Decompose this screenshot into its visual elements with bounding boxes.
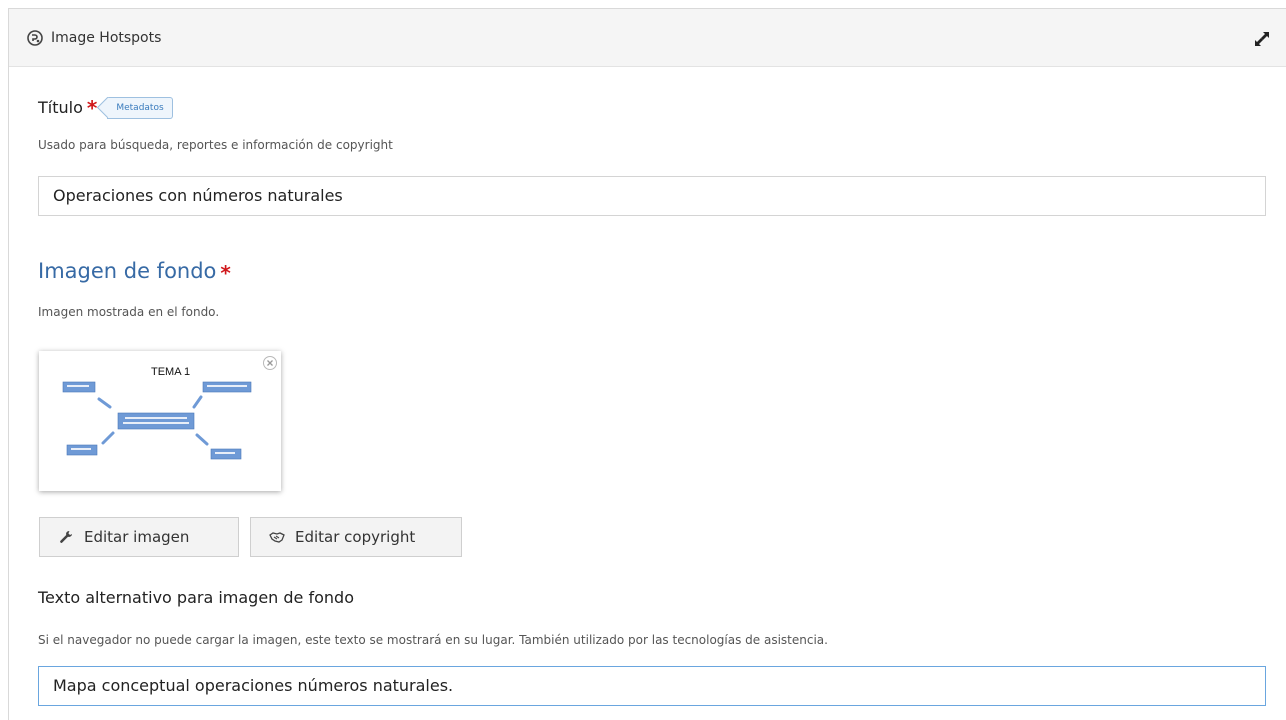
panel-title: Image Hotspots bbox=[51, 29, 162, 46]
edit-copyright-button[interactable]: Editar copyright bbox=[250, 517, 462, 557]
wrench-icon bbox=[60, 531, 72, 543]
background-image-title: Imagen de fondo bbox=[38, 259, 217, 283]
handshake-icon bbox=[269, 532, 285, 543]
thumbnail-heading: TEMA 1 bbox=[151, 366, 190, 378]
title-field-label: Título bbox=[38, 98, 83, 117]
edit-image-label: Editar imagen bbox=[84, 528, 190, 546]
remove-image-icon[interactable] bbox=[262, 355, 278, 371]
background-image-description: Imagen mostrada en el fondo. bbox=[38, 305, 220, 319]
h5p-logo-icon bbox=[27, 29, 43, 46]
concept-map-image: TEMA 1 bbox=[62, 366, 252, 460]
edit-image-button[interactable]: Editar imagen bbox=[39, 517, 239, 557]
panel-header: Image Hotspots bbox=[9, 9, 1286, 67]
editor-panel: Image Hotspots Título * Metadatos Usado pa… bbox=[8, 8, 1286, 720]
metadata-button[interactable]: Metadatos bbox=[107, 97, 173, 119]
required-mark: * bbox=[86, 96, 98, 120]
edit-copyright-label: Editar copyright bbox=[295, 528, 416, 546]
alt-text-label: Texto alternativo para imagen de fondo bbox=[38, 588, 354, 607]
title-field-label-row: Título * Metadatos bbox=[38, 94, 173, 120]
required-mark: * bbox=[220, 261, 231, 285]
alt-text-input[interactable]: Mapa conceptual operaciones números natu… bbox=[38, 666, 1266, 706]
expand-icon[interactable] bbox=[1252, 29, 1272, 49]
title-input[interactable]: Operaciones con números naturales bbox=[38, 176, 1266, 216]
background-image-heading: Imagen de fondo * bbox=[38, 259, 231, 285]
alt-text-description: Si el navegador no puede cargar la image… bbox=[38, 633, 828, 647]
background-image-thumbnail[interactable]: TEMA 1 bbox=[39, 351, 281, 491]
title-field-description: Usado para búsqueda, reportes e informac… bbox=[38, 138, 393, 152]
metadata-button-label: Metadatos bbox=[116, 103, 164, 113]
